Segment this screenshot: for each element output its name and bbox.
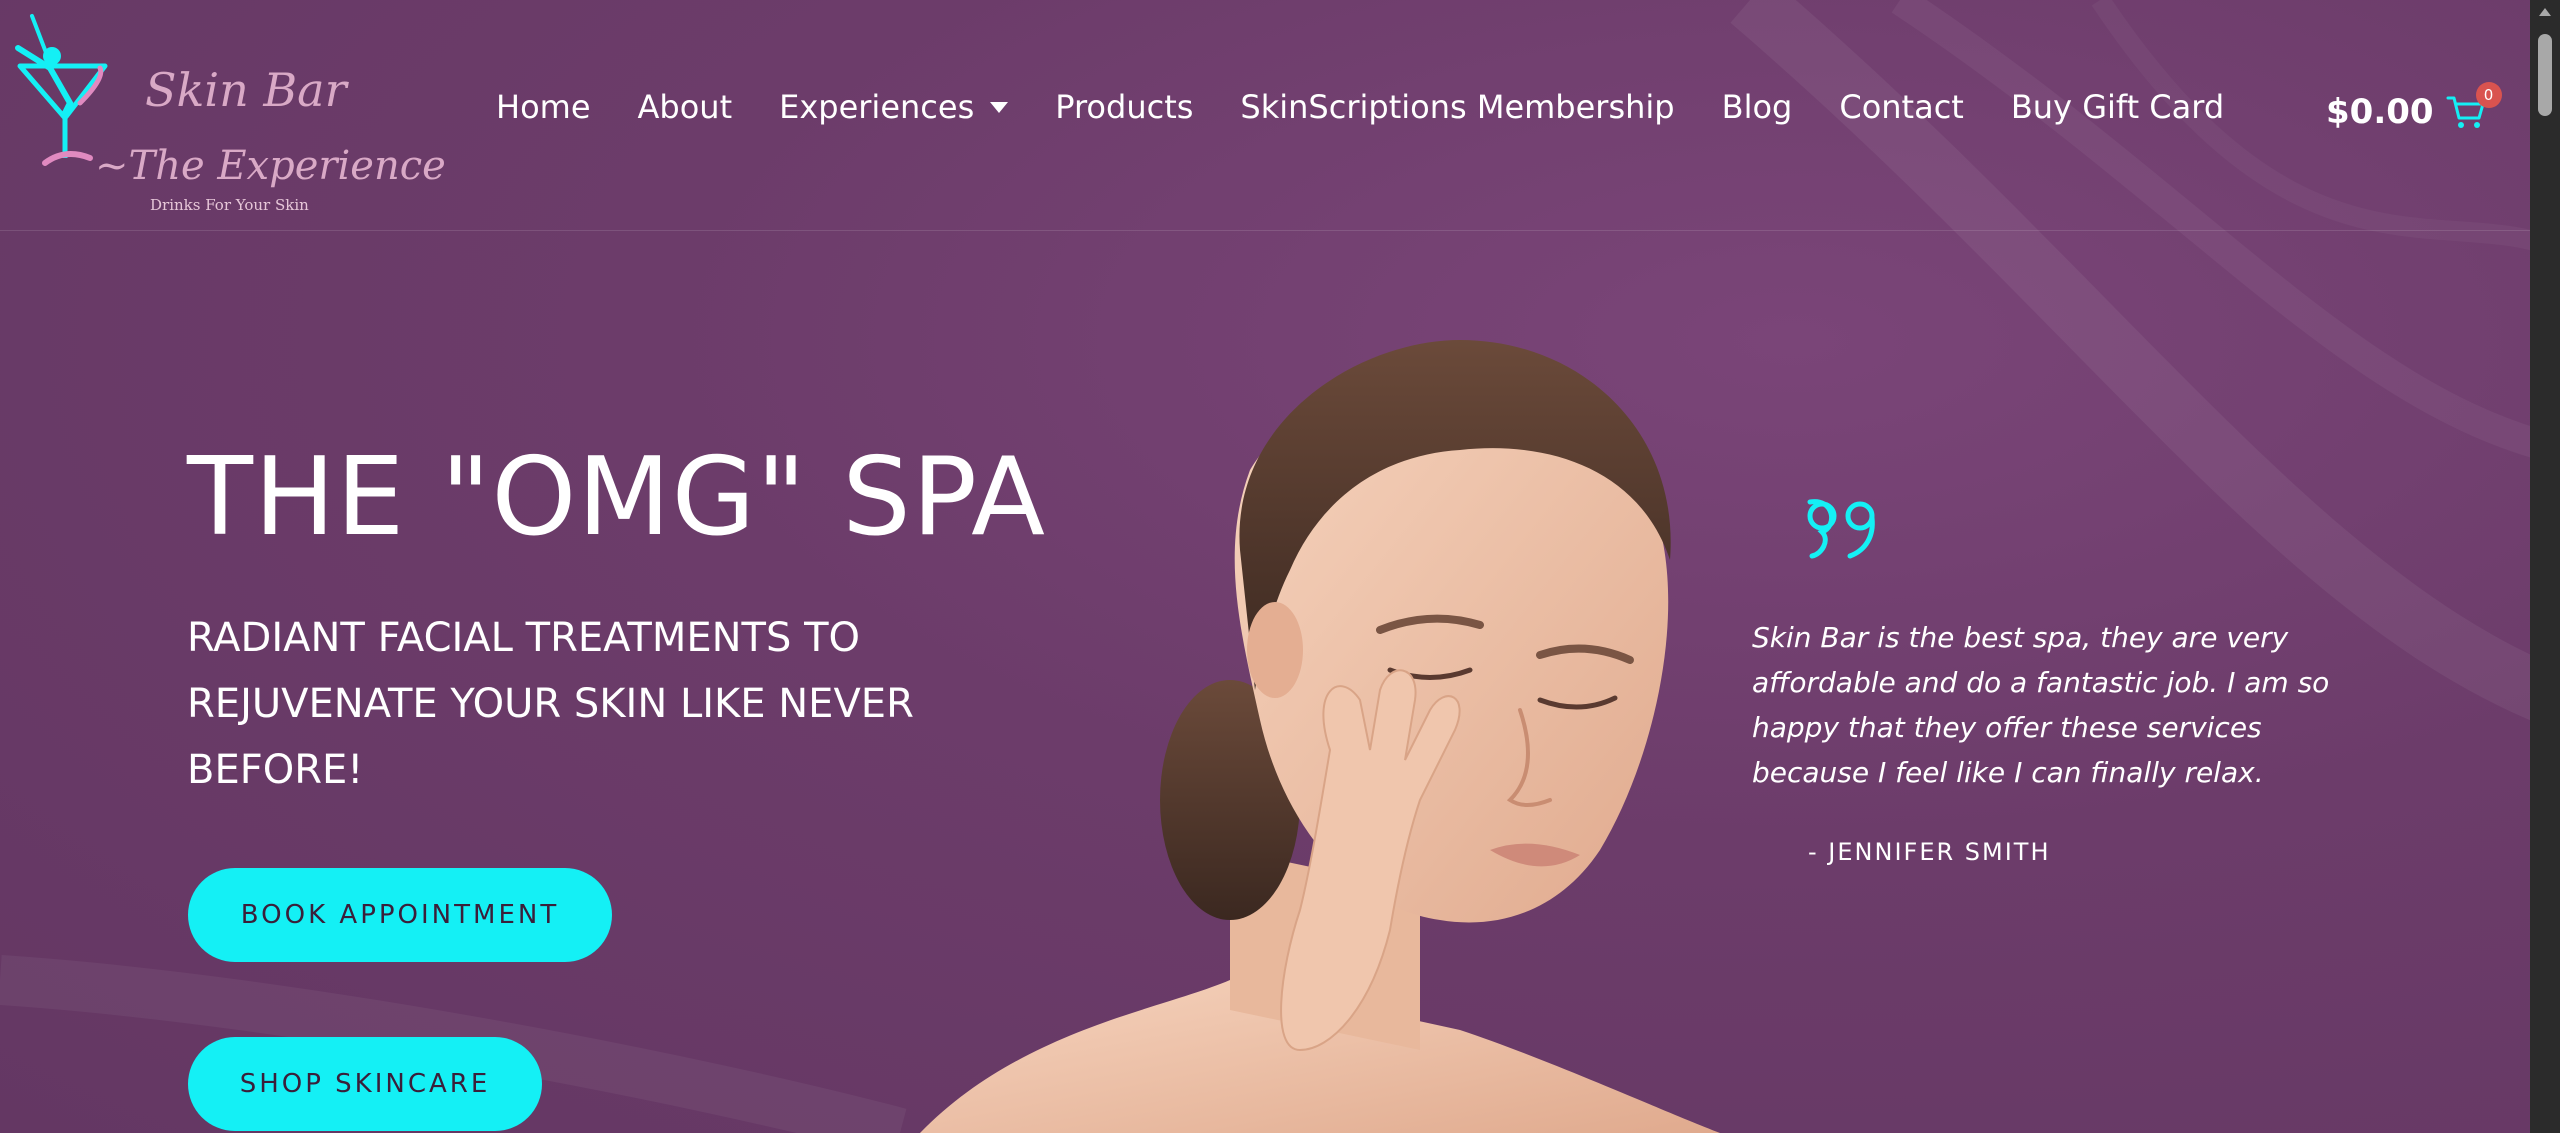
page-scrollbar[interactable] bbox=[2530, 0, 2560, 1133]
hero-subtitle: RADIANT FACIAL TREATMENTS TO REJUVENATE … bbox=[187, 615, 914, 793]
nav-experiences[interactable]: Experiences bbox=[779, 88, 1009, 126]
nav-skinscriptions-label: SkinScriptions Membership bbox=[1240, 88, 1675, 126]
scroll-up-icon[interactable] bbox=[2539, 8, 2551, 16]
site-header: Skin Bar ~The Experience Drinks For Your… bbox=[0, 0, 2530, 231]
cart-total: $0.00 bbox=[2326, 92, 2434, 132]
nav-products-label: Products bbox=[1055, 88, 1194, 126]
nav-experiences-label: Experiences bbox=[779, 88, 975, 126]
nav-blog[interactable]: Blog bbox=[1722, 88, 1793, 126]
cart-button[interactable]: $0.00 0 bbox=[2326, 82, 2502, 132]
nav-buy-gift-card[interactable]: Buy Gift Card bbox=[2011, 88, 2224, 126]
nav-contact-label: Contact bbox=[1839, 88, 1964, 126]
main-nav: Home About Experiences Products SkinScri… bbox=[496, 88, 2271, 126]
hero-woman-image bbox=[920, 340, 1720, 1133]
logo-title: Skin Bar bbox=[145, 63, 347, 117]
quote-icon bbox=[1807, 499, 1875, 559]
cart-count-badge: 0 bbox=[2475, 82, 2502, 108]
shop-skincare-label: SHOP SKINCARE bbox=[239, 1069, 491, 1099]
testimonial-author: - JENNIFER SMITH bbox=[1808, 838, 2051, 866]
nav-buy-gift-card-label: Buy Gift Card bbox=[2010, 88, 2225, 126]
chevron-down-icon bbox=[990, 101, 1009, 113]
nav-home-label: Home bbox=[496, 88, 591, 126]
testimonial-text: Skin Bar is the best spa, they are very … bbox=[1752, 621, 2330, 789]
scrollbar-thumb[interactable] bbox=[2538, 34, 2552, 116]
site-logo[interactable]: Skin Bar ~The Experience Drinks For Your… bbox=[10, 8, 446, 218]
shop-skincare-button[interactable]: SHOP SKINCARE bbox=[188, 1037, 542, 1131]
nav-skinscriptions-membership[interactable]: SkinScriptions Membership bbox=[1240, 88, 1674, 126]
nav-home[interactable]: Home bbox=[496, 88, 591, 126]
book-appointment-button[interactable]: BOOK APPOINTMENT bbox=[188, 868, 612, 962]
page: Skin Bar ~The Experience Drinks For Your… bbox=[0, 0, 2560, 1133]
cart-icon: 0 bbox=[2446, 82, 2502, 132]
nav-blog-label: Blog bbox=[1721, 88, 1793, 126]
nav-products[interactable]: Products bbox=[1055, 88, 1193, 126]
nav-contact[interactable]: Contact bbox=[1839, 88, 1964, 126]
nav-about[interactable]: About bbox=[638, 88, 733, 126]
book-appointment-label: BOOK APPOINTMENT bbox=[240, 900, 560, 930]
logo-tagline: Drinks For Your Skin bbox=[150, 196, 309, 214]
logo-subtitle: ~The Experience bbox=[95, 143, 446, 189]
nav-about-label: About bbox=[637, 88, 733, 126]
